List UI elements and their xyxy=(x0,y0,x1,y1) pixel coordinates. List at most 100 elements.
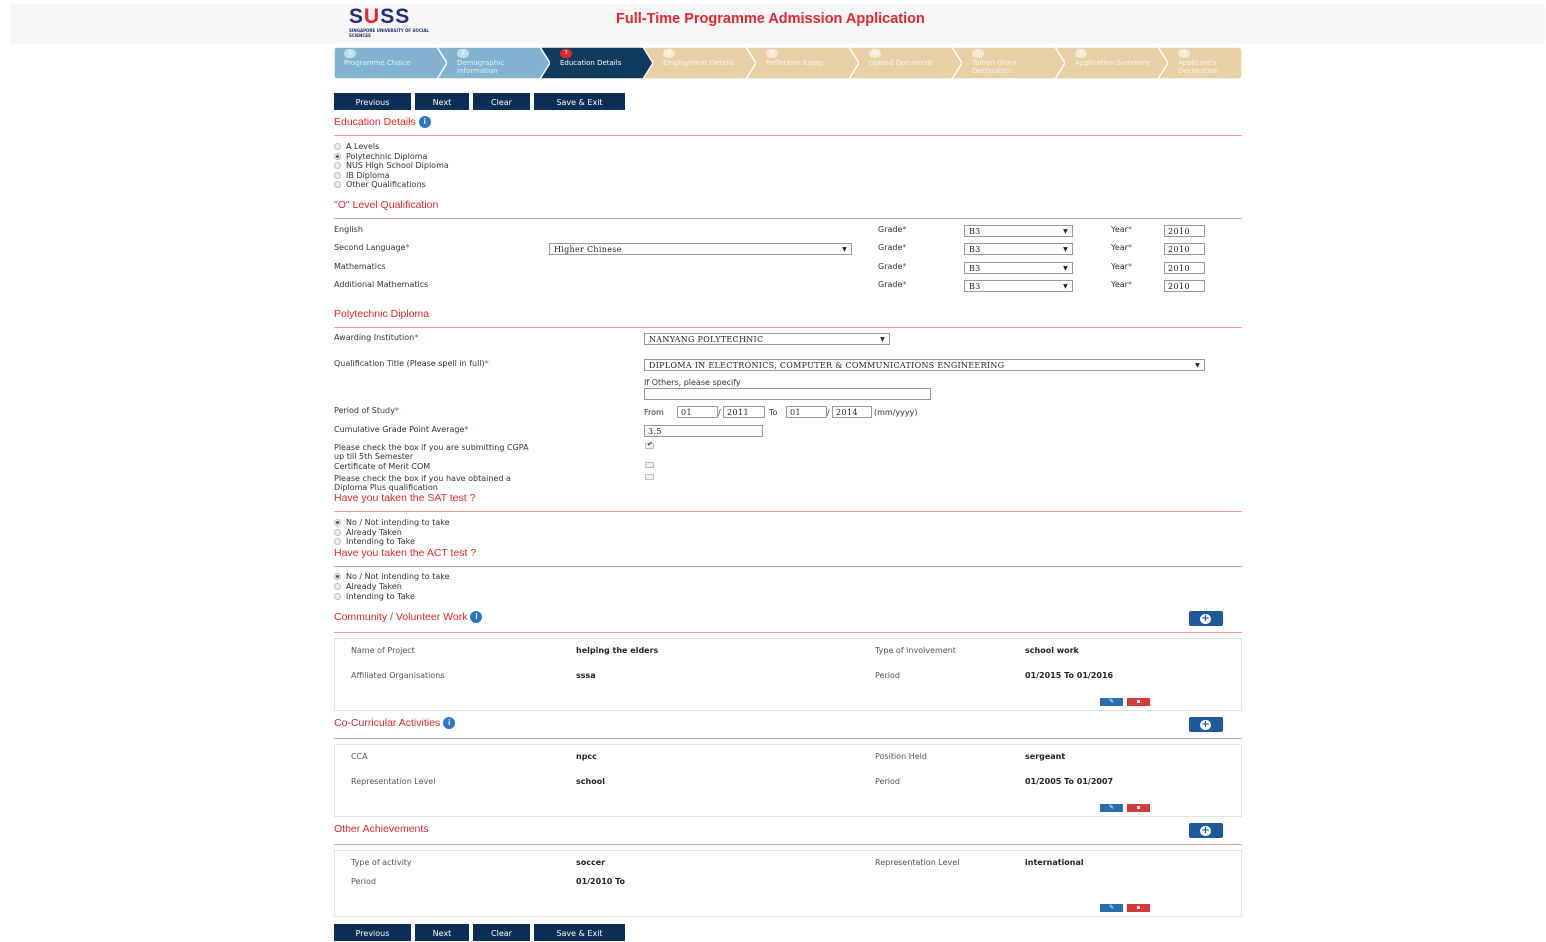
sat-heading: Have you taken the SAT test ? xyxy=(334,492,476,504)
awarding-institution-select[interactable]: NANYANG POLYTECHNIC ▼ xyxy=(644,333,890,345)
year-label: Year* xyxy=(1111,262,1132,271)
step-reflection-essay[interactable]: 5 Reflection Essay xyxy=(746,47,859,79)
divider xyxy=(334,511,1242,512)
others-specify-input[interactable] xyxy=(644,388,931,400)
field-label: Period xyxy=(875,777,900,786)
radio-other-qualifications[interactable]: Other Qualifications xyxy=(334,180,426,190)
grade-select[interactable]: B3 ▼ xyxy=(964,280,1073,292)
from-year-input[interactable]: 2011 xyxy=(723,406,765,418)
step-label: Tuition Grant Declaration xyxy=(972,59,1018,75)
divider xyxy=(334,135,1242,136)
grade-select[interactable]: B3 ▼ xyxy=(964,243,1073,255)
add-cca-button[interactable]: + xyxy=(1189,717,1223,732)
year-input[interactable]: 2010 xyxy=(1164,280,1205,292)
step-programme-choice[interactable]: 1 Programme Choice xyxy=(334,47,447,79)
cgpa-5th-sem-label-2: up till 5th Semester xyxy=(334,452,414,461)
step-number: 4 xyxy=(663,49,675,58)
add-community-button[interactable]: + xyxy=(1189,611,1223,626)
step-label: Employment Details xyxy=(663,59,734,67)
to-month-input[interactable]: 01 xyxy=(786,406,827,418)
info-icon[interactable]: i xyxy=(470,611,483,624)
next-button[interactable]: Next xyxy=(415,924,469,941)
second-language-select[interactable]: Higher Chinese ▼ xyxy=(549,243,852,255)
info-icon[interactable]: i xyxy=(418,116,431,129)
pencil-icon[interactable]: ✎ xyxy=(1100,904,1123,912)
grade-label: Grade* xyxy=(878,243,907,252)
save-exit-button[interactable]: Save & Exit xyxy=(534,924,625,941)
grade-select[interactable]: B3 ▼ xyxy=(964,262,1073,274)
field-label: Period xyxy=(351,877,376,886)
sat-radio-no[interactable]: No / Not intending to take xyxy=(334,518,450,528)
qualification-title-select[interactable]: DIPLOMA IN ELECTRONICS, COMPUTER & COMMU… xyxy=(644,359,1205,371)
year-input[interactable]: 2010 xyxy=(1164,225,1205,237)
year-input[interactable]: 2010 xyxy=(1164,262,1205,274)
step-applicant-s-declaration[interactable]: 9 Applicant's Declaration xyxy=(1158,47,1242,79)
diploma-plus-checkbox[interactable] xyxy=(645,474,654,480)
step-number: 5 xyxy=(766,49,778,58)
trash-icon[interactable]: ▪ xyxy=(1127,804,1150,812)
grade-label: Grade* xyxy=(878,225,907,234)
field-value: npcc xyxy=(576,752,597,761)
field-label: Representation Level xyxy=(875,858,960,867)
cgpa-5th-sem-checkbox[interactable] xyxy=(645,440,654,449)
info-icon[interactable]: i xyxy=(443,717,456,730)
field-label: Type of activity xyxy=(351,858,412,867)
step-tuition-grant-declaration[interactable]: 7 Tuition Grant Declaration xyxy=(952,47,1065,79)
community-entry-panel: Name of Project helping the elders Type … xyxy=(334,638,1242,711)
trash-icon[interactable]: ▪ xyxy=(1127,698,1150,706)
act-heading: Have you taken the ACT test ? xyxy=(334,547,477,559)
previous-button[interactable]: Previous xyxy=(334,924,411,941)
step-upload-document[interactable]: 6 Upload Document xyxy=(849,47,962,79)
year-input[interactable]: 2010 xyxy=(1164,243,1205,255)
clear-button[interactable]: Clear xyxy=(473,93,530,110)
cca-heading: Co-Curricular Activities i xyxy=(334,717,456,730)
step-number: 7 xyxy=(972,49,984,58)
page-title: Full-Time Programme Admission Applicatio… xyxy=(616,11,925,27)
step-application-summary[interactable]: 8 Application Summary xyxy=(1055,47,1168,79)
pencil-icon[interactable]: ✎ xyxy=(1100,804,1123,812)
logo-text: SUSS xyxy=(349,5,411,28)
to-label: To xyxy=(769,408,778,417)
radio-nus-high-school-diploma[interactable]: NUS High School Diploma xyxy=(334,161,449,171)
pencil-icon[interactable]: ✎ xyxy=(1100,698,1123,706)
save-exit-button[interactable]: Save & Exit xyxy=(534,93,625,110)
step-demographic-information[interactable]: 2 Demographic Information xyxy=(437,47,550,79)
logo-subtext: SINGAPORE UNIVERSITY OF SOCIAL SCIENCES xyxy=(349,28,429,38)
from-month-input[interactable]: 01 xyxy=(677,406,718,418)
date-format-hint: (mm/yyyy) xyxy=(874,408,918,417)
clear-button[interactable]: Clear xyxy=(473,924,530,941)
to-year-input[interactable]: 2014 xyxy=(832,406,872,418)
grade-label: Grade* xyxy=(878,280,907,289)
polytechnic-diploma-heading: Polytechnic Diploma xyxy=(334,308,430,320)
field-label: Name of Project xyxy=(351,646,415,655)
year-label: Year* xyxy=(1111,280,1132,289)
previous-button[interactable]: Previous xyxy=(334,93,411,110)
act-radio-already-taken[interactable]: Already Taken xyxy=(334,582,402,592)
step-number: 1 xyxy=(344,49,356,58)
subject-additional-mathematics: Additional Mathematics xyxy=(334,280,429,289)
act-radio-intending[interactable]: Intending to Take xyxy=(334,592,415,602)
certificate-of-merit-label: Certificate of Merit COM xyxy=(334,462,431,471)
achievement-entry-panel: Type of activity soccer Representation L… xyxy=(334,850,1242,917)
step-number: 9 xyxy=(1178,49,1190,58)
trash-icon[interactable]: ▪ xyxy=(1127,904,1150,912)
next-button[interactable]: Next xyxy=(415,93,469,110)
step-employment-details[interactable]: 4 Employment Details xyxy=(643,47,756,79)
sat-radio-intending[interactable]: Intending to Take xyxy=(334,537,415,547)
cgpa-input[interactable]: 3.5 xyxy=(644,425,763,437)
step-label: Applicant's Declaration xyxy=(1178,59,1219,75)
bottom-button-bar: Previous Next Clear Save & Exit xyxy=(334,924,625,941)
radio-a-levels[interactable]: A Levels xyxy=(334,142,379,152)
field-label: Representation Level xyxy=(351,777,436,786)
add-achievement-button[interactable]: + xyxy=(1189,823,1223,838)
qualification-title-label: Qualification Title (Please spell in ful… xyxy=(334,359,489,368)
divider xyxy=(334,327,1242,328)
field-value: international xyxy=(1025,858,1084,867)
date-slash: / xyxy=(827,408,830,417)
act-radio-no[interactable]: No / Not intending to take xyxy=(334,572,450,582)
certificate-of-merit-checkbox[interactable] xyxy=(645,462,654,468)
awarding-institution-label: Awarding Institution* xyxy=(334,333,419,342)
field-label: Affiliated Organisations xyxy=(351,671,445,680)
grade-select[interactable]: B3 ▼ xyxy=(964,225,1073,237)
step-education-details[interactable]: 3 Education Details xyxy=(540,47,653,79)
